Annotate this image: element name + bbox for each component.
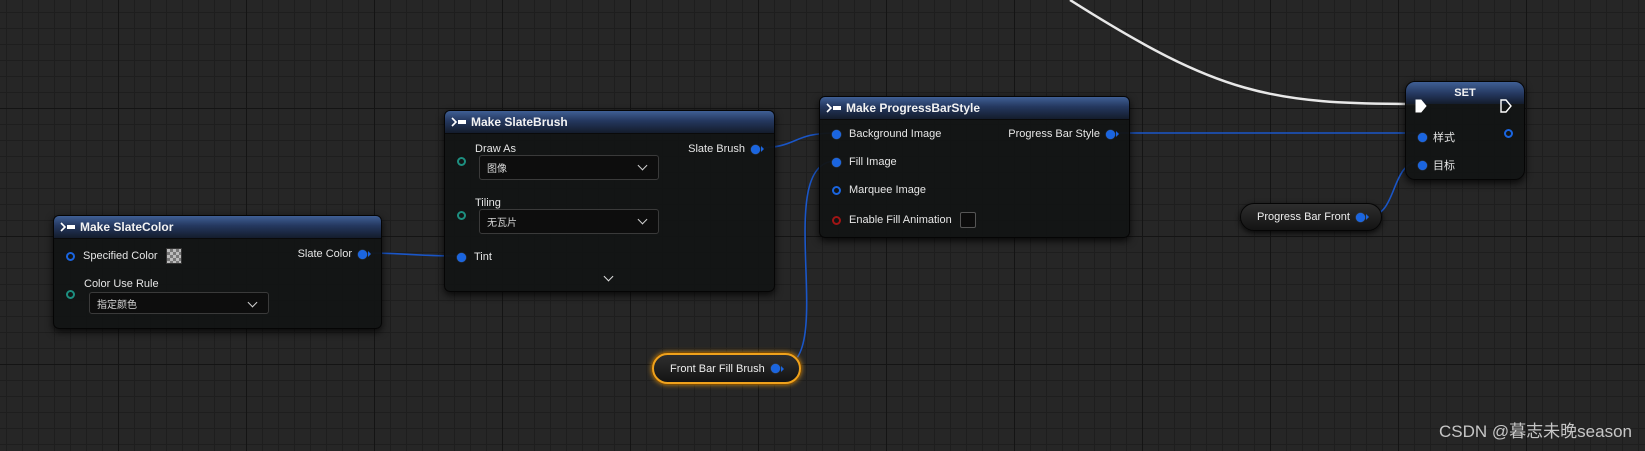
pin-arrow-icon xyxy=(1116,131,1119,137)
set-node[interactable]: SET 样式 目标 xyxy=(1405,81,1525,180)
node-header[interactable]: Make ProgressBarStyle xyxy=(820,97,1129,120)
node-header[interactable]: Make SlateColor xyxy=(54,216,381,239)
pin-label: 样式 xyxy=(1433,132,1455,144)
make-slate-color-node[interactable]: Make SlateColor Specified Color Slate Co… xyxy=(53,215,382,329)
pin-label: Tiling xyxy=(475,197,501,209)
specified-color-pin[interactable] xyxy=(66,251,75,261)
variable-label: Front Bar Fill Brush xyxy=(670,362,765,375)
style-pin-row[interactable]: 样式 xyxy=(1418,129,1455,145)
pin-label: 目标 xyxy=(1433,160,1455,172)
tiling-pin-row[interactable] xyxy=(457,211,466,220)
color-use-rule-label-row: Color Use Rule xyxy=(84,278,159,290)
node-title: Make SlateColor xyxy=(80,220,174,234)
marquee-image-pin-row[interactable]: Marquee Image xyxy=(832,184,926,196)
draw-as-pin[interactable] xyxy=(457,157,466,166)
tint-pin-row[interactable]: Tint xyxy=(457,251,492,263)
tiling-pin[interactable] xyxy=(457,211,466,220)
progress-bar-front-node[interactable]: Progress Bar Front xyxy=(1240,203,1382,231)
function-icon xyxy=(60,222,75,232)
style-output-pin-row[interactable] xyxy=(1504,129,1513,138)
slate-color-output-pin[interactable] xyxy=(358,249,367,259)
color-use-rule-pin[interactable] xyxy=(66,290,75,299)
node-title: Make ProgressBarStyle xyxy=(846,101,981,115)
style-output-pin[interactable] xyxy=(1504,129,1513,138)
slate-brush-output-row[interactable]: Slate Brush xyxy=(688,143,764,155)
chevron-down-icon xyxy=(637,160,648,171)
pin-arrow-icon xyxy=(780,365,784,372)
progress-bar-style-output-pin[interactable] xyxy=(1106,129,1115,139)
tiling-label-row: Tiling xyxy=(475,197,501,209)
style-input-pin[interactable] xyxy=(1418,132,1427,142)
pin-arrow-icon xyxy=(368,251,371,257)
pin-label: Color Use Rule xyxy=(84,278,159,290)
progress-bar-style-output-row[interactable]: Progress Bar Style xyxy=(1008,128,1119,140)
exec-pin-icon[interactable] xyxy=(1415,99,1427,113)
draw-as-pin-row[interactable] xyxy=(457,157,466,166)
target-pin-row[interactable]: 目标 xyxy=(1418,157,1455,173)
enable-fill-animation-pin[interactable] xyxy=(832,215,841,225)
color-use-rule-pin-row[interactable] xyxy=(66,290,75,299)
function-icon xyxy=(826,103,841,113)
pin-label: Slate Brush xyxy=(688,143,745,155)
exec-wire[interactable] xyxy=(1069,0,1419,106)
marquee-image-pin[interactable] xyxy=(832,185,841,195)
pin-label: Slate Color xyxy=(297,248,352,260)
pin-label: Fill Image xyxy=(849,156,897,168)
node-title: SET xyxy=(1454,87,1476,99)
dropdown-value: 无瓦片 xyxy=(487,218,517,229)
pin-label: Marquee Image xyxy=(849,184,927,196)
pin-label: Specified Color xyxy=(83,250,158,262)
color-use-rule-dropdown[interactable]: 指定颜色 xyxy=(89,292,269,314)
slate-color-output-row[interactable]: Slate Color xyxy=(298,248,371,260)
pin-label: Draw As xyxy=(475,143,516,155)
fill-image-pin[interactable] xyxy=(832,157,841,167)
pin-label: Background Image xyxy=(849,128,942,140)
background-image-pin[interactable] xyxy=(832,129,841,139)
dropdown-value: 指定颜色 xyxy=(97,299,137,311)
watermark: CSDN @暮志未晚season xyxy=(1439,422,1632,441)
variable-label: Progress Bar Front xyxy=(1257,211,1350,223)
fill-image-pin-row[interactable]: Fill Image xyxy=(832,156,897,168)
pin-arrow-icon xyxy=(1365,214,1369,220)
target-input-pin[interactable] xyxy=(1418,160,1427,170)
chevron-down-icon xyxy=(637,214,648,225)
enable-fill-animation-checkbox[interactable] xyxy=(959,212,976,228)
pin-arrow-icon xyxy=(761,146,764,152)
function-icon xyxy=(451,117,466,127)
enable-fill-animation-pin-row[interactable]: Enable Fill Animation xyxy=(832,212,976,228)
pin-label: Tint xyxy=(474,251,492,263)
background-image-pin-row[interactable]: Background Image xyxy=(832,128,941,140)
tiling-dropdown[interactable]: 无瓦片 xyxy=(479,209,659,234)
expand-chevron-icon[interactable] xyxy=(603,271,614,282)
pin-label: Progress Bar Style xyxy=(1008,128,1100,140)
front-bar-fill-brush-node[interactable]: Front Bar Fill Brush xyxy=(652,353,801,384)
dropdown-value: 图像 xyxy=(487,164,507,175)
chevron-down-icon xyxy=(247,297,258,308)
slate-brush-output-pin[interactable] xyxy=(751,144,760,154)
specified-color-pin-row[interactable]: Specified Color xyxy=(66,248,182,264)
draw-as-dropdown[interactable]: 图像 xyxy=(479,155,659,180)
tint-pin[interactable] xyxy=(457,252,466,262)
front-bar-fill-brush-output-pin[interactable] xyxy=(770,364,780,373)
progress-bar-front-output-pin[interactable] xyxy=(1355,212,1365,222)
node-title: Make SlateBrush xyxy=(471,115,568,129)
make-progress-bar-style-node[interactable]: Make ProgressBarStyle Background Image P… xyxy=(819,96,1130,238)
pin-label: Enable Fill Animation xyxy=(849,214,952,226)
make-slate-brush-node[interactable]: Make SlateBrush Draw As Slate Brush 图像 T… xyxy=(444,110,775,292)
color-swatch[interactable] xyxy=(165,248,182,264)
draw-as-label-row: Draw As xyxy=(475,143,516,155)
node-header[interactable]: Make SlateBrush xyxy=(445,111,774,134)
exec-pin-icon[interactable] xyxy=(1500,99,1512,113)
